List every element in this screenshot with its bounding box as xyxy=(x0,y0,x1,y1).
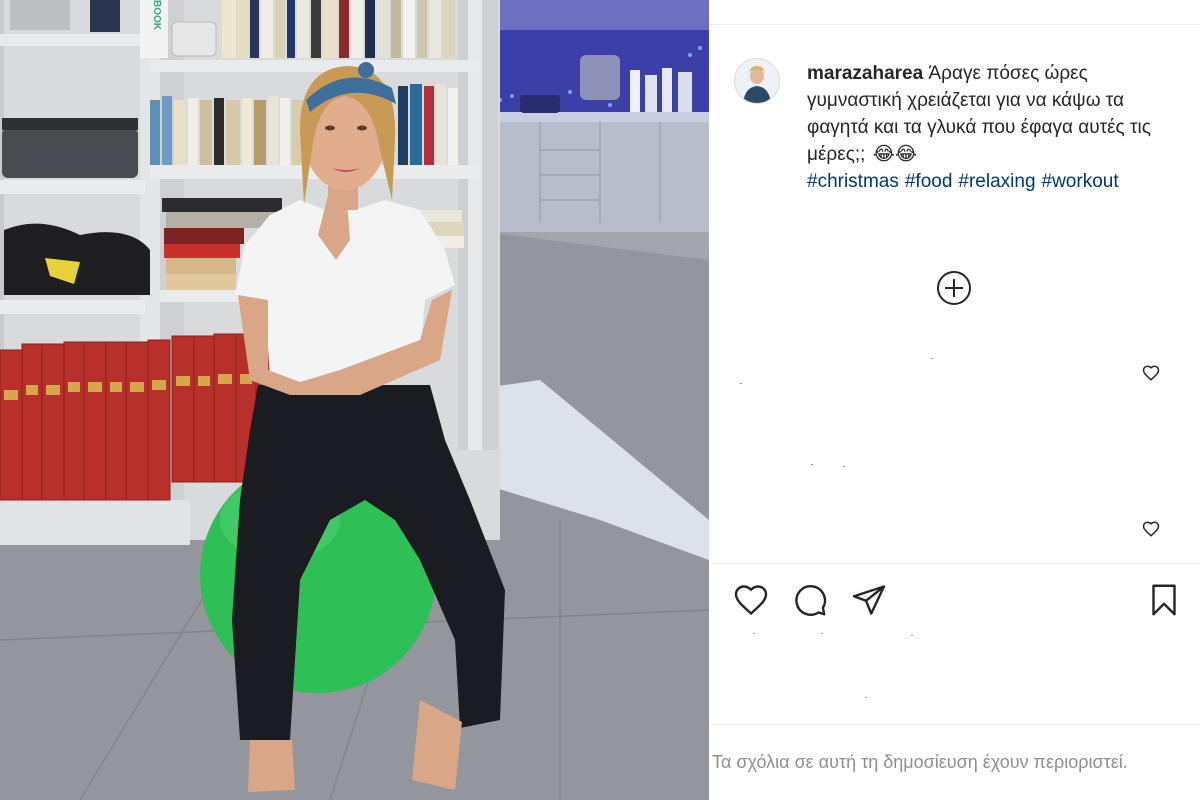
redacted-mark xyxy=(811,464,813,465)
avatar-image xyxy=(735,59,779,103)
divider xyxy=(709,563,1200,564)
comment-like-button[interactable] xyxy=(1142,364,1160,382)
redacted-mark xyxy=(821,633,823,634)
redacted-mark xyxy=(865,697,867,698)
username-link[interactable]: marazaharea xyxy=(807,63,923,84)
redacted-mark xyxy=(753,633,755,634)
profile-avatar[interactable] xyxy=(734,58,780,104)
heart-icon xyxy=(1142,365,1160,381)
divider xyxy=(709,24,1200,25)
redacted-mark xyxy=(931,358,933,359)
post-caption: marazaharea Άραγε πόσες ώρες γυμναστική … xyxy=(807,60,1177,195)
redacted-mark xyxy=(740,383,742,384)
caption-emoji: 😂😂 xyxy=(872,144,918,165)
photo-illustration: BOOK xyxy=(0,0,709,800)
speech-bubble-icon xyxy=(795,585,827,616)
post-photo[interactable]: BOOK xyxy=(0,0,709,800)
hashtag-link[interactable]: #workout xyxy=(1042,171,1119,192)
heart-icon xyxy=(1142,521,1160,537)
paper-plane-icon xyxy=(852,585,886,615)
save-button[interactable] xyxy=(1146,582,1182,618)
hashtag-list: #christmas #food #relaxing #workout xyxy=(807,168,1177,195)
share-button[interactable] xyxy=(851,582,887,618)
plus-circle-icon xyxy=(937,271,971,305)
comment-like-button[interactable] xyxy=(1142,520,1160,538)
comments-restricted-notice: Τα σχόλια σε αυτή τη δημοσίευση έχουν πε… xyxy=(712,752,1128,772)
divider xyxy=(709,724,1200,725)
like-button[interactable] xyxy=(733,582,769,618)
bookmark-icon xyxy=(1152,584,1176,616)
book-spine-label: BOOK xyxy=(151,0,162,31)
comment-button[interactable] xyxy=(792,582,828,618)
post-details-panel: marazaharea Άραγε πόσες ώρες γυμναστική … xyxy=(709,0,1200,800)
redacted-mark xyxy=(911,635,913,636)
heart-icon xyxy=(734,585,768,616)
load-more-comments-button[interactable] xyxy=(936,270,972,306)
hashtag-link[interactable]: #relaxing xyxy=(958,171,1035,192)
hashtag-link[interactable]: #christmas xyxy=(807,171,899,192)
hashtag-link[interactable]: #food xyxy=(905,171,953,192)
redacted-mark xyxy=(843,466,845,467)
